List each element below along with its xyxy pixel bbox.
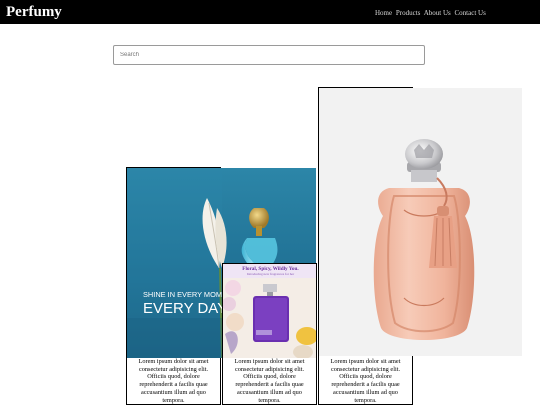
nav-link-contact-us[interactable]: Contact Us: [455, 9, 486, 17]
product-description: Lorem ipsum dolor sit amet consectetur a…: [319, 358, 412, 404]
product-card-1[interactable]: SHINE IN EVERY MOMENT EVERY DAY Lorem ip…: [126, 167, 316, 405]
navbar: Perfumy Home Products About Us Contact U…: [0, 0, 540, 24]
nav-links: Home Products About Us Contact Us: [375, 8, 488, 18]
ad-text-every-day: EVERY DAY: [143, 300, 227, 317]
ad-subline: Introducing new fragrances for her: [247, 272, 295, 276]
brand-logo[interactable]: Perfumy: [6, 3, 62, 21]
nav-link-products[interactable]: Products: [396, 9, 421, 17]
product-card-3[interactable]: Lorem ipsum dolor sit amet consectetur a…: [318, 87, 522, 405]
product-description: Lorem ipsum dolor sit amet consectetur a…: [127, 358, 220, 404]
product-card-2[interactable]: Floral, Spicy, Wildly You. Introducing n…: [222, 263, 317, 405]
product-image-purple-perfume: Floral, Spicy, Wildly You. Introducing n…: [223, 264, 316, 359]
search-input[interactable]: [113, 45, 425, 65]
product-description: Lorem ipsum dolor sit amet consectetur a…: [223, 358, 316, 404]
product-image-pink-perfume: [319, 88, 522, 356]
nav-link-home[interactable]: Home: [375, 9, 392, 17]
nav-link-about-us[interactable]: About Us: [424, 9, 451, 17]
